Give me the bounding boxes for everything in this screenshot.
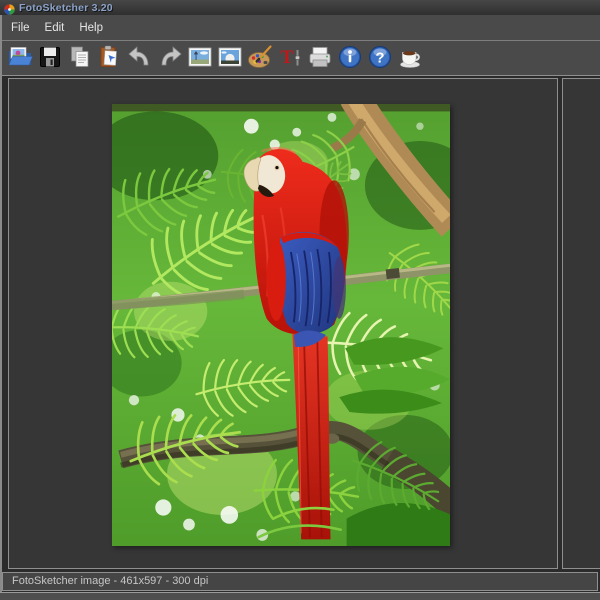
- view-original-image-button[interactable]: [187, 44, 213, 70]
- menu-file[interactable]: File: [5, 20, 36, 36]
- menu-edit[interactable]: Edit: [39, 20, 71, 36]
- svg-text:?: ?: [375, 50, 384, 67]
- workspace: [0, 76, 600, 571]
- source-image-panel[interactable]: [8, 78, 558, 569]
- menu-bar: File Edit Help: [0, 15, 600, 40]
- photo-dome-icon: [218, 47, 242, 67]
- add-text-button[interactable]: T: [277, 44, 303, 70]
- result-image-panel[interactable]: [562, 78, 600, 569]
- redo-button[interactable]: [157, 44, 183, 70]
- copy-documents-icon: [71, 46, 89, 67]
- floppy-disk-icon: [40, 47, 60, 67]
- coffee-cup-icon: [400, 51, 420, 68]
- undo-arrow-icon: [128, 46, 149, 66]
- paste-button[interactable]: [97, 44, 123, 70]
- folder-open-icon: [8, 47, 33, 66]
- toolbar: T ?: [0, 40, 600, 76]
- save-image-button[interactable]: [37, 44, 63, 70]
- svg-text:T: T: [281, 47, 294, 68]
- status-bar: FotoSketcher image - 461x597 - 300 dpi: [2, 572, 598, 591]
- open-image-button[interactable]: [7, 44, 33, 70]
- menu-help[interactable]: Help: [73, 20, 109, 36]
- donate-coffee-button[interactable]: [397, 44, 423, 70]
- copy-button[interactable]: [67, 44, 93, 70]
- about-button[interactable]: [337, 44, 363, 70]
- color-wheel-icon: [3, 2, 16, 16]
- help-button[interactable]: ?: [367, 44, 393, 70]
- window-left-edge: [0, 15, 2, 600]
- undo-button[interactable]: [127, 44, 153, 70]
- redo-arrow-icon: [161, 46, 182, 66]
- macaw-photo: [112, 104, 450, 546]
- info-circle-icon: [339, 46, 361, 68]
- window-title: FotoSketcher 3.20: [19, 1, 113, 14]
- status-text: FotoSketcher image - 461x597 - 300 dpi: [12, 575, 209, 587]
- question-circle-icon: ?: [369, 46, 391, 68]
- view-drawing-button[interactable]: [217, 44, 243, 70]
- text-tool-icon: T: [281, 47, 300, 68]
- printer-icon: [309, 47, 331, 67]
- print-button[interactable]: [307, 44, 333, 70]
- title-bar: FotoSketcher 3.20: [0, 0, 600, 16]
- clipboard-paste-icon: [100, 45, 117, 67]
- photo-landscape-icon: [188, 47, 212, 67]
- bottom-strip: [0, 592, 600, 600]
- paint-palette-icon: [248, 45, 272, 68]
- drawing-parameters-button[interactable]: [247, 44, 273, 70]
